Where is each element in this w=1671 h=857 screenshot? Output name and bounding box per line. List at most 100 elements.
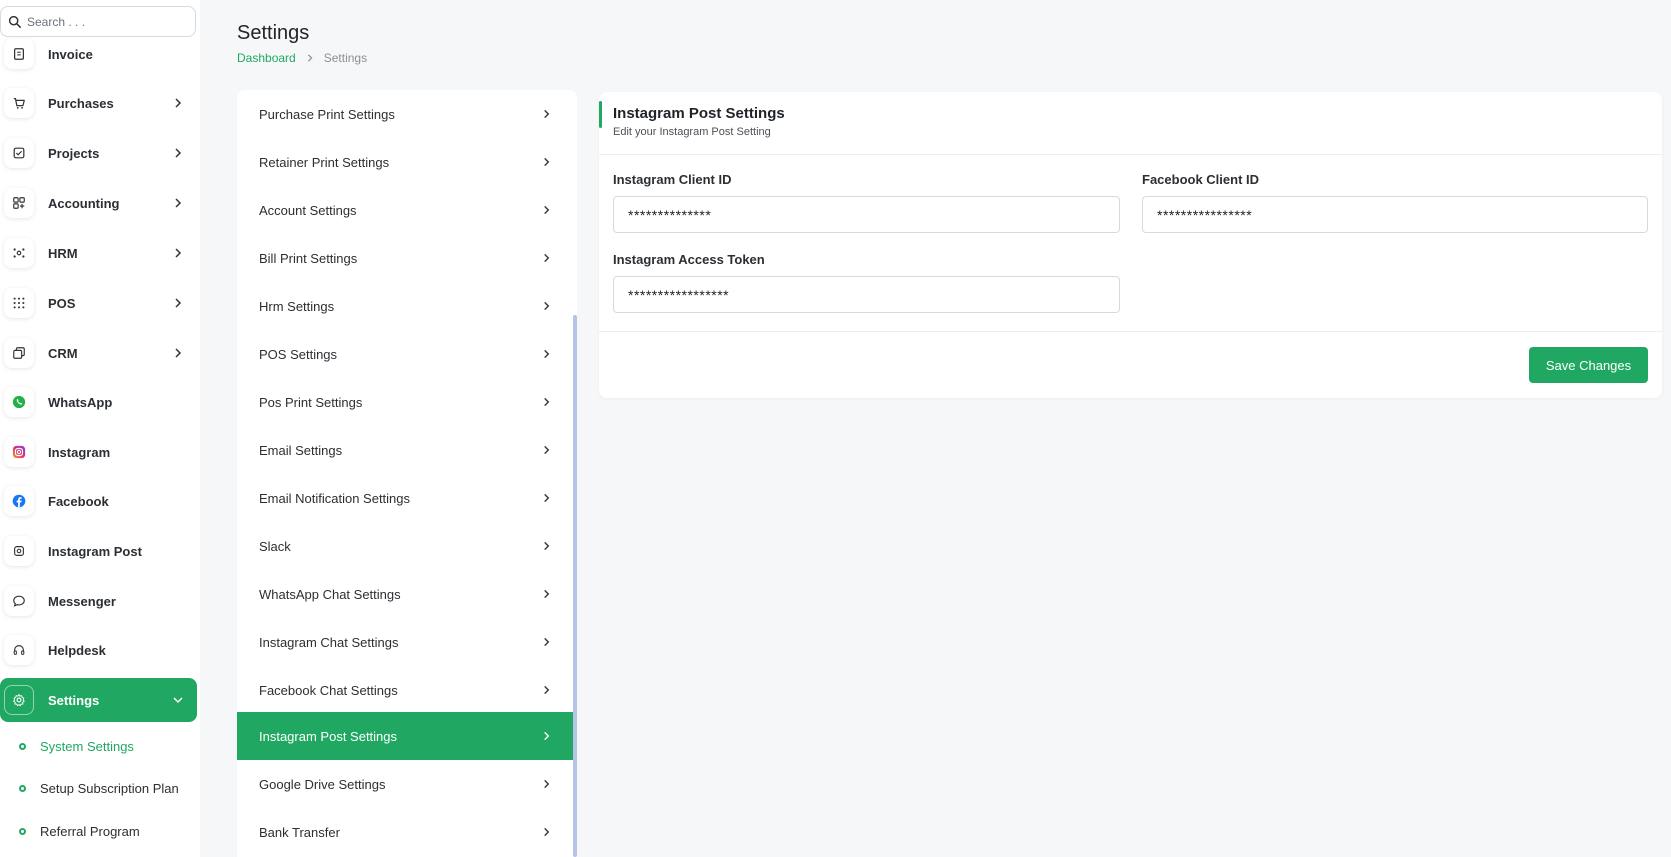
facebook-client-id-label: Facebook Client ID: [1142, 172, 1260, 187]
sidebar-item-label: Facebook: [48, 493, 109, 509]
settings-menu-item[interactable]: Email Settings: [237, 426, 573, 474]
layers-icon: [4, 338, 34, 368]
bullet-icon: [19, 742, 26, 750]
sidebar-item-hrm[interactable]: HRM: [0, 231, 197, 275]
sidebar-item-label: POS: [48, 295, 76, 311]
instagram-outline-icon: [4, 536, 34, 566]
sidebar-item-label: Settings: [48, 692, 100, 708]
settings-menu-label: Email Settings: [259, 442, 343, 458]
sidebar-subitem-system-settings[interactable]: System Settings: [0, 729, 197, 763]
chat-bubble-icon: [4, 586, 34, 616]
save-changes-button[interactable]: Save Changes: [1529, 347, 1648, 383]
settings-menu-label: POS Settings: [259, 346, 338, 362]
sidebar-item-instagram-post[interactable]: Instagram Post: [0, 529, 197, 573]
sidebar-item-label: Accounting: [48, 195, 120, 211]
settings-menu-item[interactable]: Slack: [237, 522, 573, 570]
sidebar-subitem-label: Referral Program: [40, 823, 140, 839]
settings-menu-label: Bill Print Settings: [259, 250, 358, 266]
instagram-client-id-input[interactable]: [613, 196, 1120, 233]
sidebar: Invoice Purchases Projects Accounting HR…: [0, 0, 200, 857]
sidebar-item-label: Messenger: [48, 593, 116, 609]
settings-menu-label: Facebook Chat Settings: [259, 682, 398, 698]
settings-menu-item[interactable]: Instagram Chat Settings: [237, 618, 573, 666]
chevron-right-icon: [544, 301, 550, 311]
settings-menu-label: Account Settings: [259, 202, 357, 218]
settings-menu-item[interactable]: Google Drive Settings: [237, 760, 573, 808]
sidebar-item-label: Instagram: [48, 444, 111, 460]
settings-menu-item[interactable]: Purchase Print Settings: [237, 90, 573, 138]
sidebar-item-label: Invoice: [48, 46, 93, 62]
sidebar-item-helpdesk[interactable]: Helpdesk: [0, 628, 197, 672]
card-accent-bar: [599, 101, 602, 128]
settings-menu-label: Hrm Settings: [259, 298, 335, 314]
chevron-right-icon: [544, 827, 550, 837]
settings-menu-item[interactable]: Email Notification Settings: [237, 474, 573, 522]
bullet-icon: [19, 784, 26, 792]
chevron-right-icon: [544, 397, 550, 407]
sidebar-subitem-referral-program[interactable]: Referral Program: [0, 814, 197, 848]
sidebar-item-invoice[interactable]: Invoice: [0, 32, 197, 76]
card-header-divider: [599, 154, 1662, 155]
chevron-right-icon: [544, 205, 550, 215]
settings-menu-item[interactable]: Retainer Print Settings: [237, 138, 573, 186]
card-footer-divider: [599, 331, 1662, 332]
settings-menu-item[interactable]: Hrm Settings: [237, 282, 573, 330]
facebook-client-id-input[interactable]: [1142, 196, 1648, 233]
chevron-right-icon: [544, 541, 550, 551]
chevron-right-icon: [544, 253, 550, 263]
chevron-right-icon: [544, 349, 550, 359]
sidebar-item-whatsapp[interactable]: WhatsApp: [0, 380, 197, 424]
settings-menu: Purchase Print Settings Retainer Print S…: [237, 90, 577, 857]
card-subtitle: Edit your Instagram Post Setting: [613, 126, 771, 138]
settings-menu-item-active[interactable]: Instagram Post Settings: [237, 712, 573, 760]
settings-menu-scrollbar[interactable]: [573, 315, 577, 857]
card-title: Instagram Post Settings: [613, 105, 785, 122]
settings-menu-label: Email Notification Settings: [259, 490, 411, 506]
chevron-down-icon: [173, 697, 183, 704]
network-icon: [4, 238, 34, 268]
sidebar-item-settings[interactable]: Settings: [0, 678, 197, 722]
chevron-right-icon: [544, 157, 550, 167]
invoice-icon: [4, 39, 34, 69]
settings-menu-item[interactable]: POS Settings: [237, 330, 573, 378]
sidebar-item-projects[interactable]: Projects: [0, 131, 197, 175]
headset-icon: [4, 635, 34, 665]
settings-menu-item[interactable]: Pos Print Settings: [237, 378, 573, 426]
cart-icon: [4, 88, 34, 118]
instagram-post-settings-card: Instagram Post Settings Edit your Instag…: [599, 92, 1662, 398]
instagram-icon: [4, 437, 34, 467]
sidebar-item-label: Helpdesk: [48, 642, 106, 658]
settings-menu-item[interactable]: Bill Print Settings: [237, 234, 573, 282]
settings-menu-label: Pos Print Settings: [259, 394, 363, 410]
search-input[interactable]: [27, 14, 177, 29]
sidebar-item-instagram[interactable]: Instagram: [0, 430, 197, 474]
settings-menu-label: Bank Transfer: [259, 824, 340, 840]
settings-menu-label: Google Drive Settings: [259, 776, 386, 792]
sidebar-item-accounting[interactable]: Accounting: [0, 181, 197, 225]
instagram-access-token-input[interactable]: [613, 276, 1120, 313]
sidebar-item-messenger[interactable]: Messenger: [0, 579, 197, 623]
breadcrumb: Dashboard Settings: [237, 51, 367, 65]
chevron-right-icon: [175, 298, 182, 308]
sidebar-subitem-subscription-plan[interactable]: Setup Subscription Plan: [0, 771, 197, 805]
settings-menu-label: WhatsApp Chat Settings: [259, 586, 401, 602]
breadcrumb-current: Settings: [323, 51, 368, 65]
settings-menu-item[interactable]: Bank Transfer: [237, 808, 573, 856]
sidebar-item-pos[interactable]: POS: [0, 281, 197, 325]
settings-menu-item[interactable]: Facebook Chat Settings: [237, 666, 573, 714]
breadcrumb-dashboard-link[interactable]: Dashboard: [237, 51, 296, 65]
chevron-right-icon: [544, 109, 550, 119]
chevron-right-icon: [544, 731, 550, 741]
settings-menu-label: Instagram Post Settings: [259, 728, 398, 744]
chevron-right-icon: [544, 637, 550, 647]
settings-menu-item[interactable]: Account Settings: [237, 186, 573, 234]
chevron-right-icon: [175, 98, 182, 108]
sidebar-item-facebook[interactable]: Facebook: [0, 479, 197, 523]
sidebar-subitem-label: System Settings: [40, 738, 134, 754]
sidebar-item-label: HRM: [48, 245, 78, 261]
sidebar-item-crm[interactable]: CRM: [0, 331, 197, 375]
chevron-right-icon: [175, 348, 182, 358]
settings-menu-label: Purchase Print Settings: [259, 106, 395, 122]
sidebar-item-purchases[interactable]: Purchases: [0, 81, 197, 125]
settings-menu-item[interactable]: WhatsApp Chat Settings: [237, 570, 573, 618]
